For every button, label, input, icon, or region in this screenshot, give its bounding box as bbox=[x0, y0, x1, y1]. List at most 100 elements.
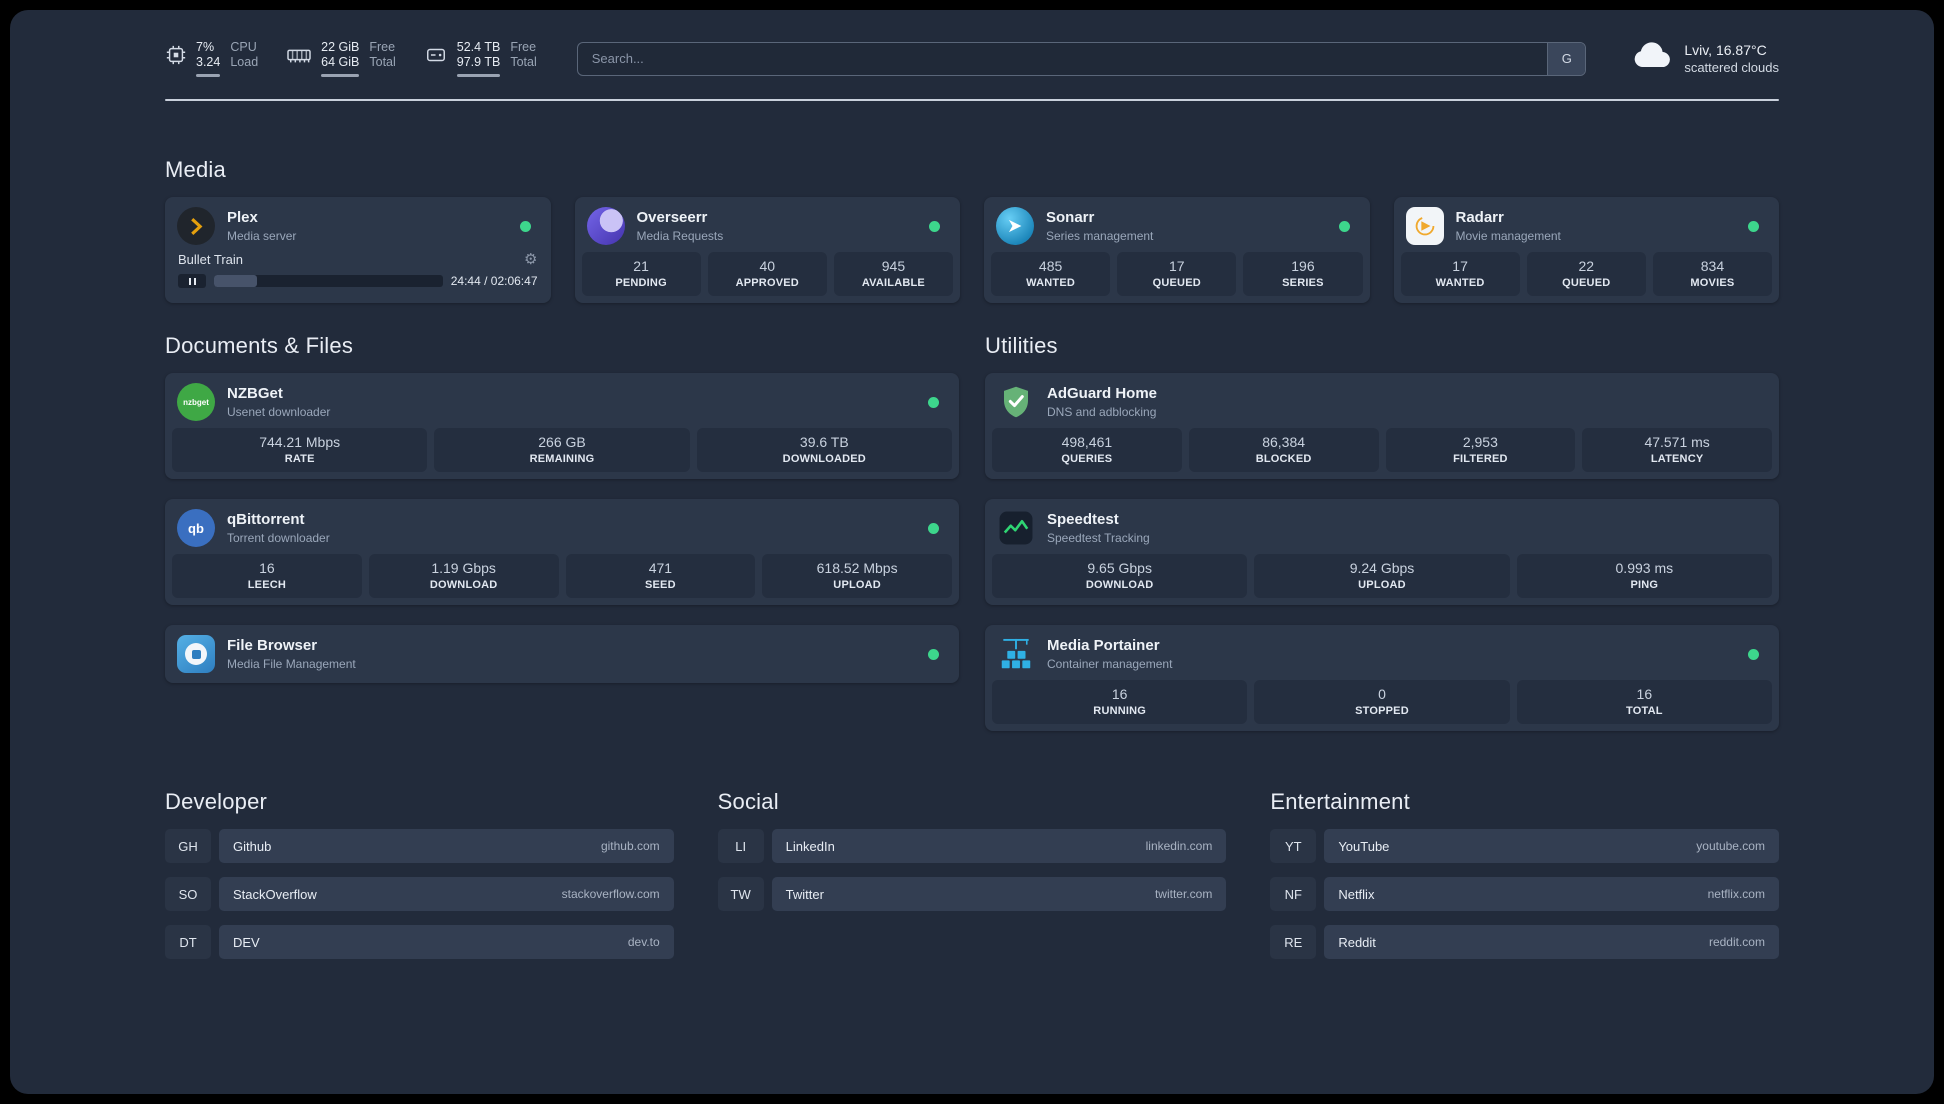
stat-label: SERIES bbox=[1282, 277, 1324, 289]
stat-value: 196 bbox=[1291, 258, 1315, 274]
search-provider-button[interactable]: G bbox=[1547, 42, 1586, 75]
cpu-minibar bbox=[196, 74, 221, 77]
section-title-social: Social bbox=[717, 789, 779, 814]
bookmark-linkedin[interactable]: LI LinkedIn linkedin.com bbox=[717, 829, 1227, 863]
bookmark-abbr: TW bbox=[717, 877, 764, 911]
bookmark-name: Reddit bbox=[1338, 934, 1376, 950]
now-playing-title: Bullet Train bbox=[178, 252, 244, 267]
stat-pending: 21 PENDING bbox=[581, 252, 701, 296]
stat-rate: 744.21 Mbps RATE bbox=[172, 428, 428, 472]
search-input[interactable] bbox=[576, 41, 1587, 76]
app-name: Plex bbox=[227, 209, 258, 226]
status-dot bbox=[1748, 220, 1759, 232]
stat-filtered: 2,953 FILTERED bbox=[1385, 428, 1576, 472]
weather-widget: Lviv, 16.87°C scattered clouds bbox=[1630, 40, 1779, 77]
stat-queued: 17 QUEUED bbox=[1117, 252, 1237, 296]
disk-icon bbox=[424, 44, 448, 66]
stat-label: QUERIES bbox=[1061, 453, 1113, 465]
stat-label: LEECH bbox=[247, 579, 287, 591]
stat-value: 40 bbox=[759, 258, 776, 274]
stat-value: 0.993 ms bbox=[1615, 560, 1674, 576]
stat-blocked: 86,384 BLOCKED bbox=[1188, 428, 1379, 472]
stat-remaining: 266 GB REMAINING bbox=[434, 428, 690, 472]
search-bar: G bbox=[576, 41, 1587, 76]
section-media: Media Plex Media server Bullet Train ⚙ 2… bbox=[165, 157, 1779, 303]
stat-label: RATE bbox=[284, 453, 315, 465]
stat-leech: 16 LEECH bbox=[172, 554, 362, 598]
stat-total: 16 TOTAL bbox=[1516, 680, 1772, 724]
qbittorrent-icon-text: qb bbox=[188, 520, 204, 536]
stat-label: PENDING bbox=[615, 277, 667, 289]
cpu-values: 7% 3.24 bbox=[196, 40, 221, 77]
app-card-portainer[interactable]: Media Portainer Container management 16 … bbox=[985, 625, 1779, 731]
disk-minibar bbox=[456, 74, 501, 77]
cloud-icon bbox=[1630, 40, 1674, 77]
bookmark-stackoverflow[interactable]: SO StackOverflow stackoverflow.com bbox=[165, 877, 674, 911]
bookmark-url: netflix.com bbox=[1707, 887, 1765, 901]
bookmark-name: Twitter bbox=[785, 886, 824, 902]
stat-value: 17 bbox=[1452, 258, 1468, 274]
bookmark-github[interactable]: GH Github github.com bbox=[165, 829, 674, 863]
section-utilities: Utilities AdGuard Home DNS and adblockin… bbox=[985, 333, 1779, 731]
bookmark-name: YouTube bbox=[1338, 838, 1390, 854]
gear-icon[interactable]: ⚙ bbox=[524, 252, 537, 267]
app-desc: Series management bbox=[1046, 229, 1154, 243]
dashboard-panel: 7% 3.24 CPU Load 22 GiB 64 GiB Free Tota… bbox=[10, 10, 1934, 1094]
bookmark-abbr: GH bbox=[165, 829, 211, 863]
status-dot bbox=[519, 220, 531, 232]
app-card-radarr[interactable]: Radarr Movie management 17 WANTED 22 QUE… bbox=[1393, 197, 1779, 303]
stat-label: FILTERED bbox=[1453, 453, 1508, 465]
bookmark-name: StackOverflow bbox=[233, 886, 317, 902]
bookmark-name: LinkedIn bbox=[785, 838, 835, 854]
stat-latency: 47.571 ms LATENCY bbox=[1582, 428, 1772, 472]
bookmark-name: Github bbox=[233, 838, 272, 854]
bookmark-netflix[interactable]: NF Netflix netflix.com bbox=[1270, 877, 1779, 911]
app-card-plex[interactable]: Plex Media server Bullet Train ⚙ 24:44 /… bbox=[165, 197, 551, 303]
stat-queued: 22 QUEUED bbox=[1526, 252, 1646, 296]
section-social: Social LI LinkedIn linkedin.com TW Twitt… bbox=[717, 789, 1227, 959]
stat-label: MOVIES bbox=[1690, 277, 1735, 289]
bookmark-abbr: DT bbox=[165, 925, 211, 959]
portainer-crane-icon bbox=[997, 635, 1035, 673]
stat-value: 834 bbox=[1700, 258, 1725, 274]
stat-label: STOPPED bbox=[1355, 705, 1409, 717]
progress-bar[interactable] bbox=[214, 275, 443, 287]
app-card-adguard[interactable]: AdGuard Home DNS and adblocking 498,461 … bbox=[985, 373, 1779, 479]
bookmark-youtube[interactable]: YT YouTube youtube.com bbox=[1270, 829, 1779, 863]
app-card-nzbget[interactable]: nzbget NZBGet Usenet downloader 744.21 M… bbox=[165, 373, 959, 479]
stat-value: 744.21 Mbps bbox=[259, 434, 341, 450]
qbittorrent-icon: qb bbox=[177, 509, 215, 547]
section-title-media: Media bbox=[165, 157, 226, 182]
stat-label: QUEUED bbox=[1562, 277, 1611, 289]
stat-value: 945 bbox=[881, 258, 906, 274]
bookmark-twitter[interactable]: TW Twitter twitter.com bbox=[717, 877, 1227, 911]
stat-wanted: 485 WANTED bbox=[991, 252, 1111, 296]
stat-value: 16 bbox=[1111, 686, 1128, 702]
bookmark-abbr: NF bbox=[1270, 877, 1317, 911]
stat-label: UPLOAD bbox=[1358, 579, 1406, 591]
bookmark-name: Netflix bbox=[1338, 886, 1375, 902]
app-card-speedtest[interactable]: Speedtest Speedtest Tracking 9.65 Gbps D… bbox=[985, 499, 1779, 605]
disk-total: 97.9 TB bbox=[456, 55, 501, 69]
stat-seed: 471 SEED bbox=[565, 554, 756, 598]
sonarr-icon bbox=[996, 207, 1034, 245]
section-title-developer: Developer bbox=[165, 789, 268, 814]
stat-label: TOTAL bbox=[1625, 705, 1663, 717]
pause-button[interactable] bbox=[178, 274, 206, 288]
disk-free: 52.4 TB bbox=[456, 40, 501, 54]
app-card-overseerr[interactable]: Overseerr Media Requests 21 PENDING 40 A… bbox=[574, 197, 960, 303]
bookmark-dev[interactable]: DT DEV dev.to bbox=[165, 925, 674, 959]
overseerr-icon bbox=[586, 207, 625, 245]
bookmark-reddit[interactable]: RE Reddit reddit.com bbox=[1270, 925, 1779, 959]
disk-label-top: Free bbox=[510, 40, 537, 54]
stat-running: 16 RUNNING bbox=[992, 680, 1248, 724]
adguard-shield-icon bbox=[997, 383, 1035, 421]
app-card-qbittorrent[interactable]: qb qBittorrent Torrent downloader 16 LEE… bbox=[165, 499, 959, 605]
bookmark-url: dev.to bbox=[627, 935, 660, 949]
weather-location: Lviv, 16.87°C bbox=[1684, 42, 1767, 58]
ram-usage-widget: 22 GiB 64 GiB Free Total bbox=[286, 40, 396, 77]
app-card-sonarr[interactable]: Sonarr Series management 485 WANTED 17 Q… bbox=[984, 197, 1370, 303]
stat-label: UPLOAD bbox=[833, 579, 881, 591]
app-card-filebrowser[interactable]: File Browser Media File Management bbox=[165, 625, 959, 683]
status-dot bbox=[928, 396, 939, 408]
